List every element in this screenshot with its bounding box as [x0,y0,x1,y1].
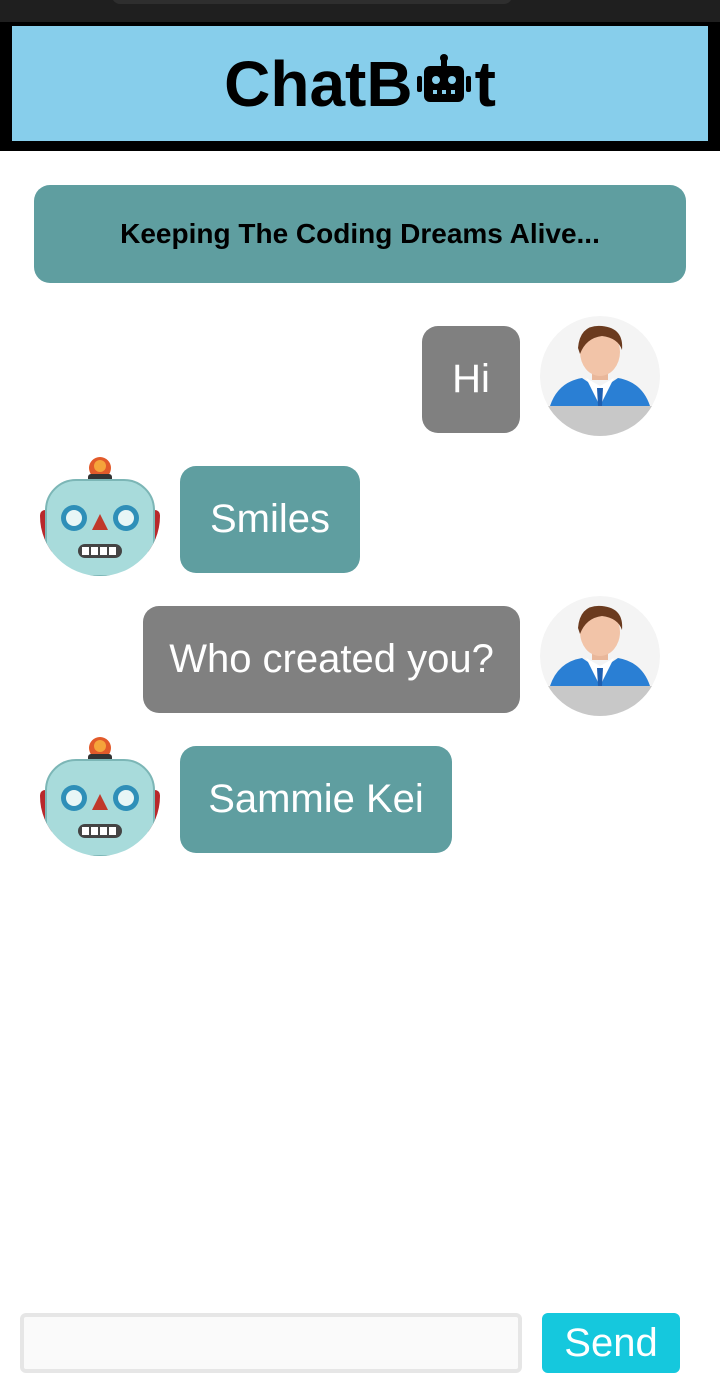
message-text: Who created you? [169,637,494,681]
title-suffix: t [474,47,496,120]
address-pill [112,0,512,4]
message-text: Hi [452,357,490,401]
header: ChatB t [12,26,708,141]
robot-avatar-icon [40,736,160,856]
message-text: Sammie Kei [208,777,424,821]
bot-message: Sammie Kei [180,746,452,853]
user-message: Who created you? [143,606,520,713]
app-title: ChatB t [224,47,496,121]
user-avatar-icon [540,316,660,436]
user-message: Hi [422,326,520,433]
robot-icon [414,53,474,114]
send-button[interactable]: Send [542,1313,680,1373]
title-prefix: ChatB [224,47,413,120]
tagline-text: Keeping The Coding Dreams Alive... [120,218,600,249]
message-text: Smiles [209,497,331,541]
tagline-banner: Keeping The Coding Dreams Alive... [34,185,686,283]
top-bar [0,0,720,22]
message-input[interactable] [20,1313,522,1373]
robot-avatar-icon [40,456,160,576]
bot-message: Smiles [180,466,360,573]
user-avatar-icon [540,596,660,716]
header-frame: ChatB t [0,22,720,151]
